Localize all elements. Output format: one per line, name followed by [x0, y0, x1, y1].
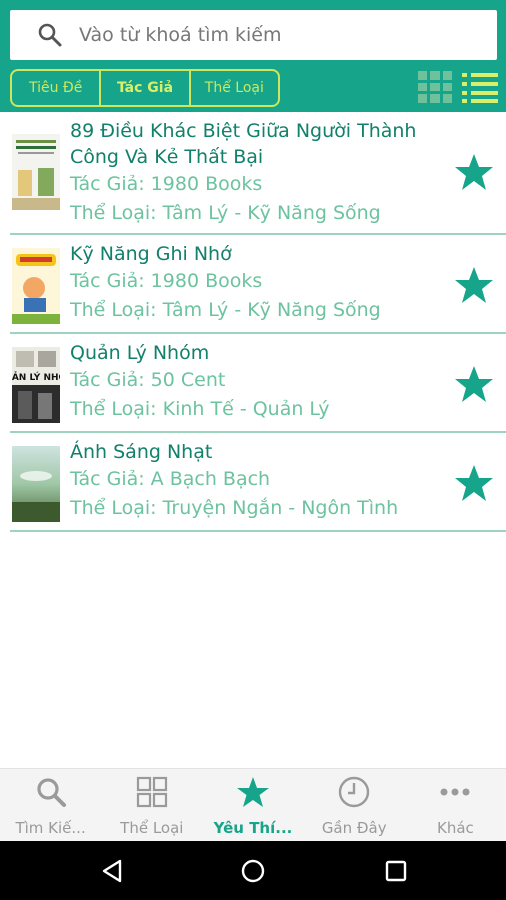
android-navigation-bar	[0, 841, 506, 900]
book-genre: Thể Loại: Kinh Tế - Quản Lý	[70, 398, 330, 420]
recents-icon[interactable]	[383, 858, 409, 884]
svg-text:QUẢN LÝ NHÓM: QUẢN LÝ NHÓM	[12, 371, 60, 383]
tab-label: Tìm Kiế...	[15, 819, 86, 837]
book-title: Kỹ Năng Ghi Nhớ	[70, 243, 232, 265]
book-cover-image: QUẢN LÝ NHÓM	[12, 347, 60, 423]
bottom-tab-bar: Tìm Kiế... Thể Loại Yêu Thí... Gần Đây K…	[0, 768, 506, 841]
home-icon[interactable]	[240, 858, 266, 884]
search-icon	[38, 23, 62, 47]
search-input[interactable]	[79, 24, 459, 46]
search-filter-segmented: Tiêu Đề Tác Giả Thể Loại	[10, 69, 280, 107]
tab-label: Gần Đây	[321, 819, 387, 837]
book-author: Tác Giả: 1980 Books	[70, 270, 263, 292]
tab-search[interactable]: Tìm Kiế...	[0, 769, 101, 841]
book-title: Quản Lý Nhóm	[70, 342, 210, 364]
book-title: 89 Điều Khác Biệt Giữa Người Thành Công …	[70, 120, 417, 168]
grid-view-icon[interactable]	[418, 71, 452, 103]
book-cover-image	[12, 134, 60, 210]
list-item[interactable]: Ánh Sáng Nhạt Tác Giả: A Bạch Bạch Thể L…	[10, 433, 506, 532]
filter-genre[interactable]: Thể Loại	[191, 71, 278, 105]
tab-more[interactable]: Khác	[405, 769, 506, 841]
search-icon	[36, 778, 66, 807]
book-author: Tác Giả: 1980 Books	[70, 173, 263, 195]
filter-title[interactable]: Tiêu Đề	[12, 71, 102, 105]
tab-categories[interactable]: Thể Loại	[101, 769, 202, 841]
grid-icon	[136, 776, 167, 808]
favorites-list: 89 Điều Khác Biệt Giữa Người Thành Công …	[10, 112, 506, 532]
list-view-icon[interactable]	[462, 73, 498, 103]
star-icon	[237, 777, 269, 807]
filter-author[interactable]: Tác Giả	[101, 71, 191, 105]
favorite-star-icon[interactable]	[454, 265, 494, 305]
tab-favorites[interactable]: Yêu Thí...	[202, 769, 303, 841]
tab-label: Yêu Thí...	[213, 819, 293, 837]
favorite-star-icon[interactable]	[454, 152, 494, 192]
book-genre: Thể Loại: Tâm Lý - Kỹ Năng Sống	[70, 299, 381, 321]
app-header: Tiêu Đề Tác Giả Thể Loại	[0, 0, 506, 112]
back-icon[interactable]	[100, 858, 126, 884]
favorite-star-icon[interactable]	[454, 364, 494, 404]
clock-icon	[339, 776, 370, 808]
list-item[interactable]: 89 Điều Khác Biệt Giữa Người Thành Công …	[10, 112, 506, 235]
book-title: Ánh Sáng Nhạt	[70, 441, 213, 463]
book-cover-image	[12, 446, 60, 522]
list-item[interactable]: QUẢN LÝ NHÓM Quản Lý Nhóm Tác Giả: 50 Ce…	[10, 334, 506, 433]
tab-label: Thể Loại	[120, 819, 184, 837]
tab-label: Khác	[437, 819, 474, 837]
more-icon	[440, 788, 470, 796]
list-item[interactable]: Kỹ Năng Ghi Nhớ Tác Giả: 1980 Books Thể …	[10, 235, 506, 334]
book-author: Tác Giả: A Bạch Bạch	[70, 468, 271, 490]
book-genre: Thể Loại: Truyện Ngắn - Ngôn Tình	[70, 497, 399, 519]
search-box[interactable]	[10, 10, 497, 60]
book-author: Tác Giả: 50 Cent	[70, 369, 226, 391]
tab-recent[interactable]: Gần Đây	[304, 769, 405, 841]
book-genre: Thể Loại: Tâm Lý - Kỹ Năng Sống	[70, 202, 381, 224]
favorite-star-icon[interactable]	[454, 463, 494, 503]
book-cover-image	[12, 248, 60, 324]
